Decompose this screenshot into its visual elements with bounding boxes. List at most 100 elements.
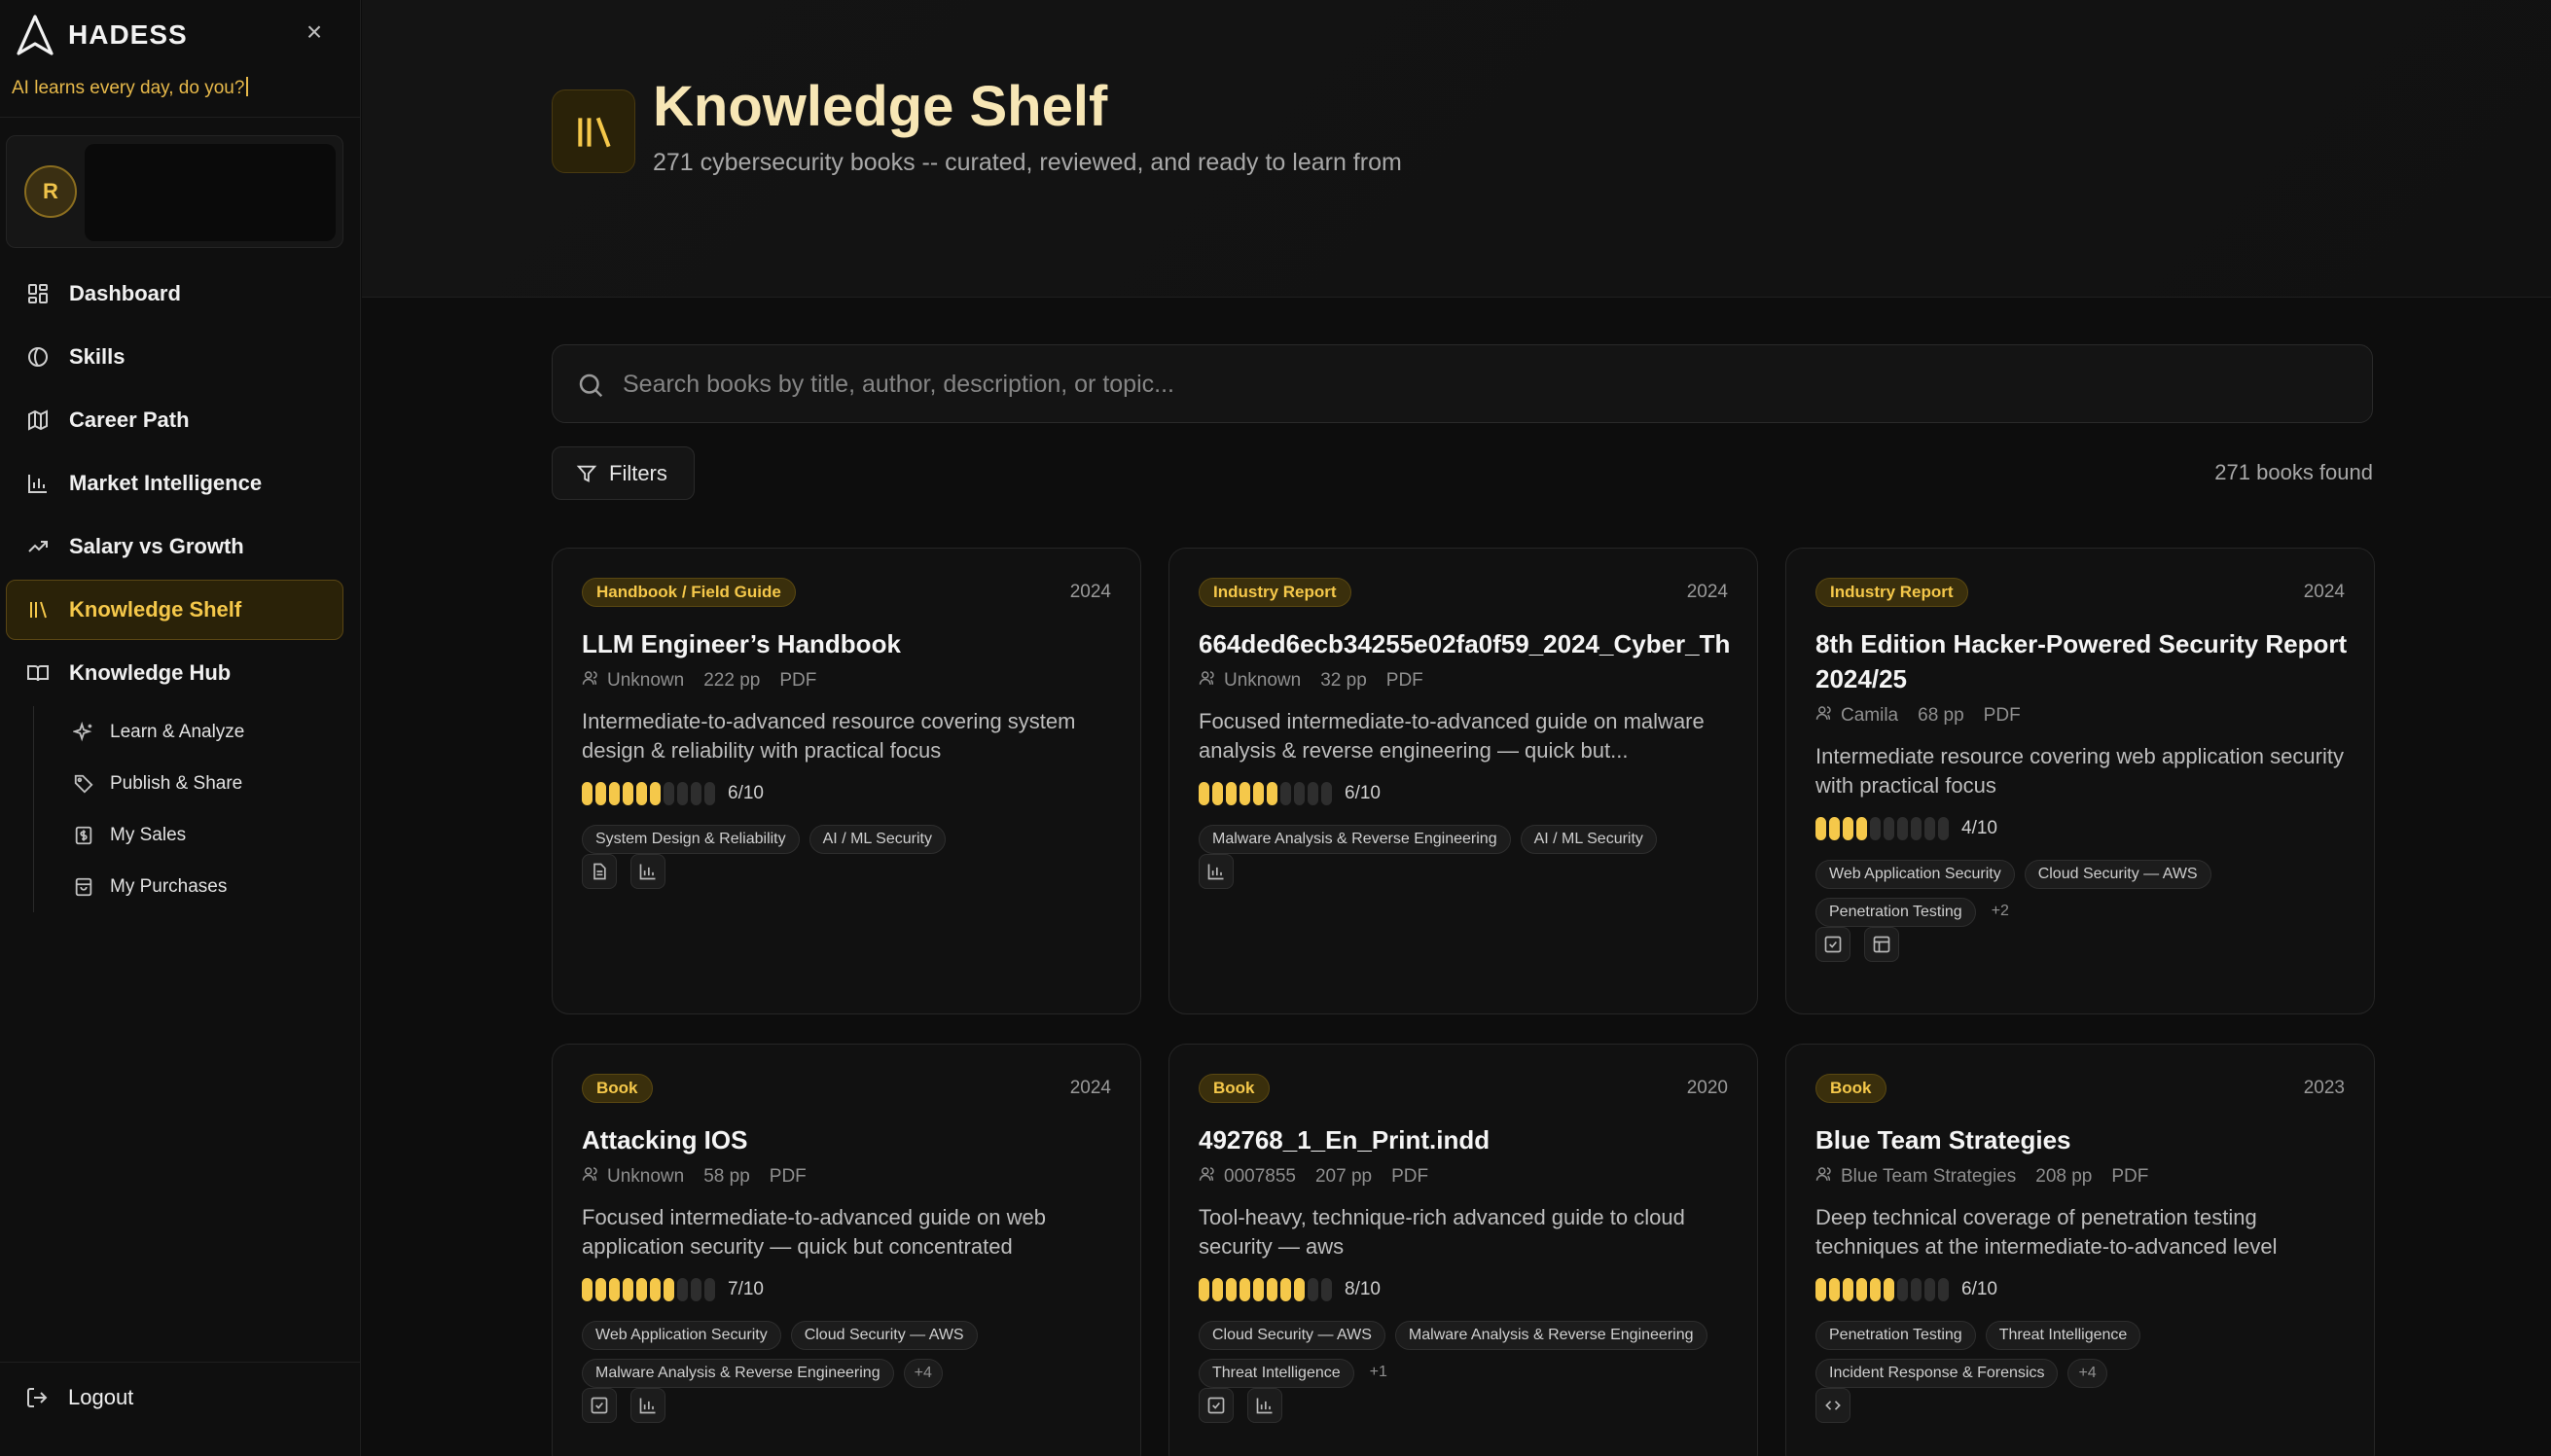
subnav-learn-analyze[interactable]: Learn & Analyze xyxy=(34,706,325,758)
card-actions xyxy=(1199,1388,1296,1423)
bar-chart-icon xyxy=(631,864,665,892)
book-author: Unknown xyxy=(607,670,685,691)
topic-tag[interactable]: Threat Intelligence xyxy=(1985,1321,2141,1350)
book-card[interactable]: Handbook / Field Guide 2024 LLM Engineer’s… xyxy=(552,548,1141,1014)
topic-tag[interactable]: Cloud Security — AWS xyxy=(1199,1321,1385,1350)
nav-salary-vs-growth[interactable]: Salary vs Growth xyxy=(6,516,343,577)
rating-segment xyxy=(1321,1278,1332,1301)
more-tags-badge[interactable]: +4 xyxy=(2067,1359,2107,1388)
checklist-button[interactable] xyxy=(1815,927,1850,962)
avatar[interactable]: R xyxy=(24,165,77,218)
nav-dashboard[interactable]: Dashboard xyxy=(6,264,343,324)
code-button[interactable] xyxy=(1815,1388,1850,1423)
checklist-button[interactable] xyxy=(1199,1388,1234,1423)
close-sidebar-icon[interactable]: × xyxy=(302,18,327,46)
book-description: Intermediate resource covering web appli… xyxy=(1815,744,2344,798)
rating-segment xyxy=(650,782,661,805)
book-year: 2024 xyxy=(1069,582,1111,602)
bar-chart-button[interactable] xyxy=(1247,1388,1282,1423)
book-year: 2024 xyxy=(1069,1078,1111,1098)
rating-segment xyxy=(1897,1278,1908,1301)
author-icon xyxy=(1815,1165,1841,1189)
book-title[interactable]: LLM Engineer’s Handbook xyxy=(582,626,1127,661)
book-card[interactable]: Industry Report 2024 664ded6ecb34255e02fa0… xyxy=(1168,548,1758,1014)
bar-chart-icon xyxy=(1248,1398,1281,1426)
book-title[interactable]: Blue Team Strategies xyxy=(1815,1122,2360,1157)
bar-chart-button[interactable] xyxy=(630,854,665,889)
book-title[interactable]: Attacking IOS xyxy=(582,1122,1127,1157)
rating-segment xyxy=(1267,782,1277,805)
layout-button[interactable] xyxy=(1864,927,1899,962)
book-title[interactable]: 8th Edition Hacker-Powered Security Repo… xyxy=(1815,626,2360,696)
checklist-button[interactable] xyxy=(582,1388,617,1423)
nav-knowledge-shelf[interactable]: Knowledge Shelf xyxy=(6,580,343,640)
subnav-label: My Purchases xyxy=(110,875,228,897)
subnav-label: My Sales xyxy=(110,824,187,845)
bar-chart-button[interactable] xyxy=(630,1388,665,1423)
category-badge: Book xyxy=(1199,1074,1270,1103)
library-icon xyxy=(26,598,50,621)
rating-segment xyxy=(677,782,688,805)
document-button[interactable] xyxy=(582,854,617,889)
topic-tag[interactable]: Threat Intelligence xyxy=(1199,1359,1354,1388)
subnav-my-purchases[interactable]: My Purchases xyxy=(34,861,325,912)
book-description: Deep technical coverage of penetration t… xyxy=(1815,1205,2278,1259)
topic-tag[interactable]: Cloud Security — AWS xyxy=(2024,860,2211,889)
topic-tag[interactable]: Malware Analysis & Reverse Engineering xyxy=(1199,825,1511,854)
topic-tag[interactable]: Web Application Security xyxy=(582,1321,781,1350)
rating-segment xyxy=(1829,1278,1840,1301)
profile-card[interactable]: R xyxy=(6,135,343,248)
book-format: PDF xyxy=(2111,1166,2149,1187)
nav-knowledge-hub[interactable]: Knowledge Hub xyxy=(6,643,343,703)
rating-segment xyxy=(664,1278,674,1301)
topic-tag[interactable]: AI / ML Security xyxy=(1520,825,1657,854)
rating-segment xyxy=(1815,817,1826,840)
page-header: Knowledge Shelf 271 cybersecurity books … xyxy=(362,0,2551,298)
nav-career-path[interactable]: Career Path xyxy=(6,390,343,450)
book-pages: 32 pp xyxy=(1320,670,1367,691)
topic-tag[interactable]: Incident Response & Forensics xyxy=(1815,1359,2059,1388)
map-icon xyxy=(26,408,50,432)
topic-tag[interactable]: Penetration Testing xyxy=(1815,898,1976,927)
search-input[interactable]: Search books by title, author, descripti… xyxy=(552,344,2373,423)
book-author: Blue Team Strategies xyxy=(1841,1166,2017,1187)
author-icon xyxy=(582,669,607,692)
brand[interactable]: HADESS xyxy=(16,14,188,56)
rating-segment xyxy=(636,782,647,805)
book-card[interactable]: Book 2024 Attacking IOS Unknown 58 pp PDF Focu… xyxy=(552,1044,1141,1456)
logout-button[interactable]: Logout xyxy=(25,1385,133,1410)
book-card[interactable]: Industry Report 2024 8th Edition Hacker-Po… xyxy=(1785,548,2375,1014)
bar-chart-button[interactable] xyxy=(1199,854,1234,889)
book-author: 0007855 xyxy=(1224,1166,1296,1187)
topic-tag[interactable]: Cloud Security — AWS xyxy=(790,1321,978,1350)
subnav-publish-share[interactable]: Publish & Share xyxy=(34,758,325,809)
document-icon xyxy=(583,863,616,892)
book-title[interactable]: 664ded6ecb34255e02fa0f59_2024_Cyber_Th xyxy=(1199,626,1743,661)
rating-segment xyxy=(623,1278,633,1301)
topic-tag[interactable]: Web Application Security xyxy=(1815,860,2015,889)
filters-button[interactable]: Filters xyxy=(552,446,695,500)
book-title[interactable]: 492768_1_En_Print.indd xyxy=(1199,1122,1743,1157)
subnav-my-sales[interactable]: My Sales xyxy=(34,809,325,861)
rating-segment xyxy=(582,782,593,805)
topic-tag[interactable]: System Design & Reliability xyxy=(582,825,800,854)
rating-segment xyxy=(1240,782,1250,805)
nav-skills[interactable]: Skills xyxy=(6,327,343,387)
book-card[interactable]: Book 2020 492768_1_En_Print.indd 0007855 207… xyxy=(1168,1044,1758,1456)
topic-tag[interactable]: Malware Analysis & Reverse Engineering xyxy=(582,1359,894,1388)
book-card[interactable]: Book 2023 Blue Team Strategies Blue Team St… xyxy=(1785,1044,2375,1456)
rating-segment xyxy=(1308,1278,1318,1301)
more-tags-badge[interactable]: +4 xyxy=(903,1359,943,1388)
topic-tags: Web Application Security Cloud Security —… xyxy=(1815,860,2360,936)
topic-tag[interactable]: Malware Analysis & Reverse Engineering xyxy=(1394,1321,1707,1350)
topic-tag[interactable]: AI / ML Security xyxy=(808,825,946,854)
logout-icon xyxy=(25,1386,49,1409)
nav-market-intelligence[interactable]: Market Intelligence xyxy=(6,453,343,514)
more-tags-badge[interactable]: +1 xyxy=(1364,1359,1393,1388)
rating-segment xyxy=(1843,1278,1853,1301)
book-description: Intermediate-to-advanced resource coveri… xyxy=(582,709,1076,763)
page-title: Knowledge Shelf xyxy=(653,75,1108,138)
more-tags-badge[interactable]: +2 xyxy=(1986,898,2015,927)
topic-tag[interactable]: Penetration Testing xyxy=(1815,1321,1976,1350)
book-pages: 222 pp xyxy=(703,670,761,691)
